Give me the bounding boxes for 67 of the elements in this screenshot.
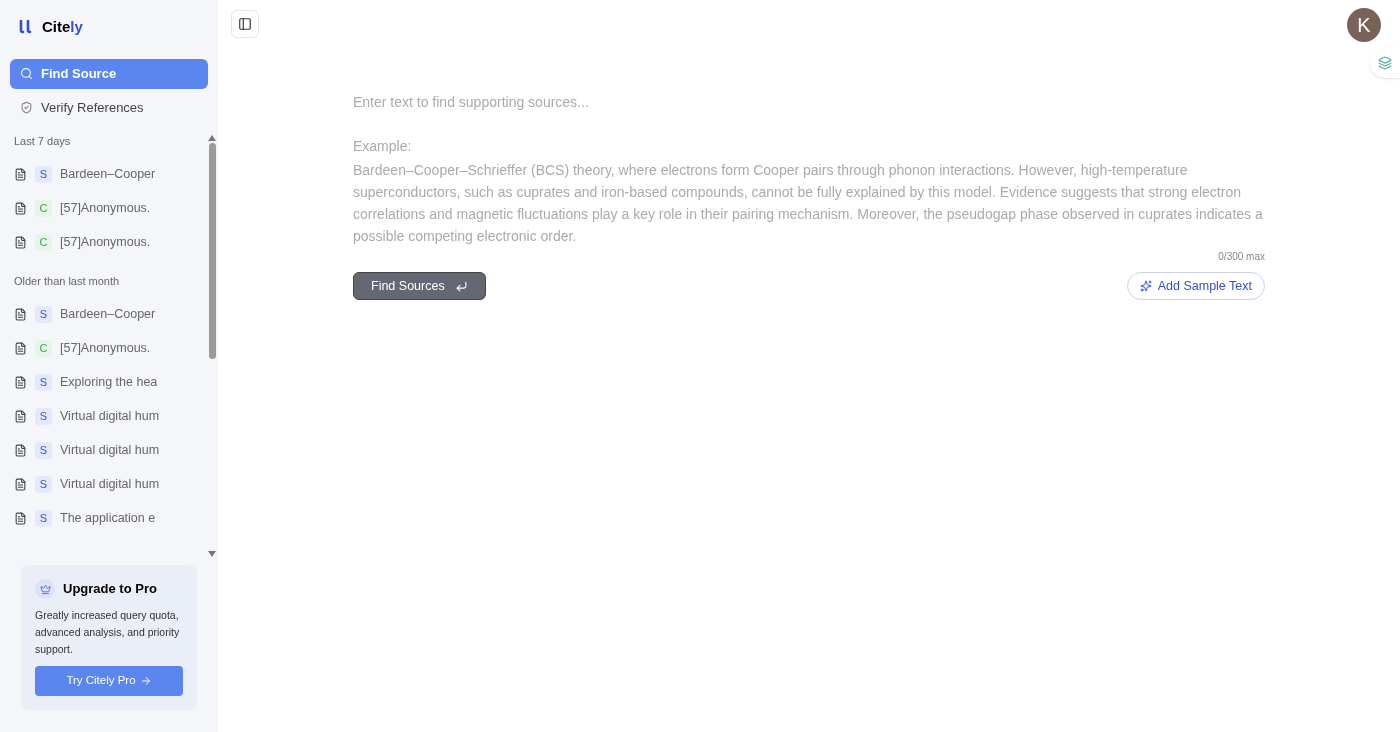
history-title: Bardeen–Cooper xyxy=(60,306,156,324)
sparkles-icon xyxy=(1139,280,1152,292)
source-badge: C xyxy=(35,340,52,357)
document-icon xyxy=(14,512,27,525)
avatar[interactable]: K xyxy=(1347,8,1381,42)
scroll-down-icon[interactable] xyxy=(208,551,216,557)
document-icon xyxy=(14,201,27,215)
history-item[interactable]: S The application e xyxy=(0,501,206,536)
query-field[interactable]: Enter text to find supporting sources... xyxy=(353,92,1265,112)
source-badge: S xyxy=(35,165,52,183)
example-label: Example: xyxy=(353,137,413,156)
source-badge: C xyxy=(35,233,52,251)
brand-name: Citely xyxy=(42,17,83,37)
document-icon xyxy=(14,444,27,457)
enter-icon xyxy=(454,279,468,293)
history-item[interactable]: S Bardeen–Cooper xyxy=(0,297,206,332)
section-heading: Older than last month xyxy=(13,274,121,289)
search-icon xyxy=(20,67,33,80)
upgrade-title: Upgrade to Pro xyxy=(63,580,157,599)
history-title: Exploring the hea xyxy=(60,374,158,392)
upgrade-button[interactable]: Try Citely Pro xyxy=(35,666,183,696)
history-title: [57]Anonymous. xyxy=(60,199,151,217)
section-heading: Last 7 days xyxy=(13,133,72,149)
source-badge: S xyxy=(35,306,52,323)
nav-item[interactable]: Verify References xyxy=(10,92,208,123)
history-item[interactable]: S Exploring the hea xyxy=(0,365,206,400)
side-widget-button[interactable] xyxy=(1370,48,1400,78)
sidebar-toggle-button[interactable] xyxy=(231,10,259,38)
history-title: Virtual digital hum xyxy=(60,408,160,426)
history-item[interactable]: S Virtual digital hum xyxy=(0,433,206,468)
layers-icon xyxy=(1378,56,1392,70)
document-icon xyxy=(14,342,27,355)
nav-item[interactable]: Find Source xyxy=(10,58,208,89)
history-item[interactable]: S Virtual digital hum xyxy=(0,399,206,434)
source-badge: S xyxy=(35,476,52,493)
example-text: Bardeen–Cooper–Schrieffer (BCS) theory, where electrons form Cooper pairs through phonon interactions. However, high-temperature superconductors, such as cuprates and iron-based compounds, cannot be fully explained by this model. Evidence suggests that strong electron correlations and magnetic fluctuations play a key role in their pairing mechanism. Moreover, the pseudogap phase observed in cuprates indicates a possible competing electronic order. xyxy=(353,161,1264,246)
history-item[interactable]: C [57]Anonymous. xyxy=(0,331,206,366)
scrollbar-thumb[interactable] xyxy=(208,142,216,359)
source-badge: C xyxy=(35,199,52,217)
find-sources-button[interactable]: Find Sources xyxy=(353,272,486,300)
source-badge: S xyxy=(35,510,52,527)
history-title: Virtual digital hum xyxy=(60,442,160,460)
history-item[interactable]: S Virtual digital hum xyxy=(0,467,206,502)
document-icon xyxy=(14,478,27,491)
history-item[interactable]: C [57]Anonymous. xyxy=(0,191,206,225)
document-icon xyxy=(14,308,27,321)
history-title: [57]Anonymous. xyxy=(60,340,151,358)
history-item[interactable]: C [57]Anonymous. xyxy=(0,225,206,259)
sidebar-icon xyxy=(238,17,252,31)
logo-icon xyxy=(18,20,34,35)
crown-icon xyxy=(35,579,55,599)
upgrade-text: Greatly increased query quota, advanced analysis, and priority support. xyxy=(35,608,181,657)
history-title: Bardeen–Cooper xyxy=(60,165,156,183)
history-title: The application e xyxy=(60,510,156,528)
document-icon xyxy=(14,235,27,249)
character-counter: 0/300 max xyxy=(1218,250,1265,264)
history-title: [57]Anonymous. xyxy=(60,233,151,251)
document-icon xyxy=(14,167,27,181)
document-icon xyxy=(14,376,27,389)
history-item[interactable]: S Bardeen–Cooper xyxy=(0,157,206,191)
history-title: Virtual digital hum xyxy=(60,476,160,494)
document-icon xyxy=(14,410,27,423)
source-badge: S xyxy=(35,374,52,391)
shield-icon xyxy=(20,101,33,114)
source-badge: S xyxy=(35,408,52,425)
source-badge: S xyxy=(35,442,52,459)
arrow-right-icon xyxy=(139,675,152,687)
